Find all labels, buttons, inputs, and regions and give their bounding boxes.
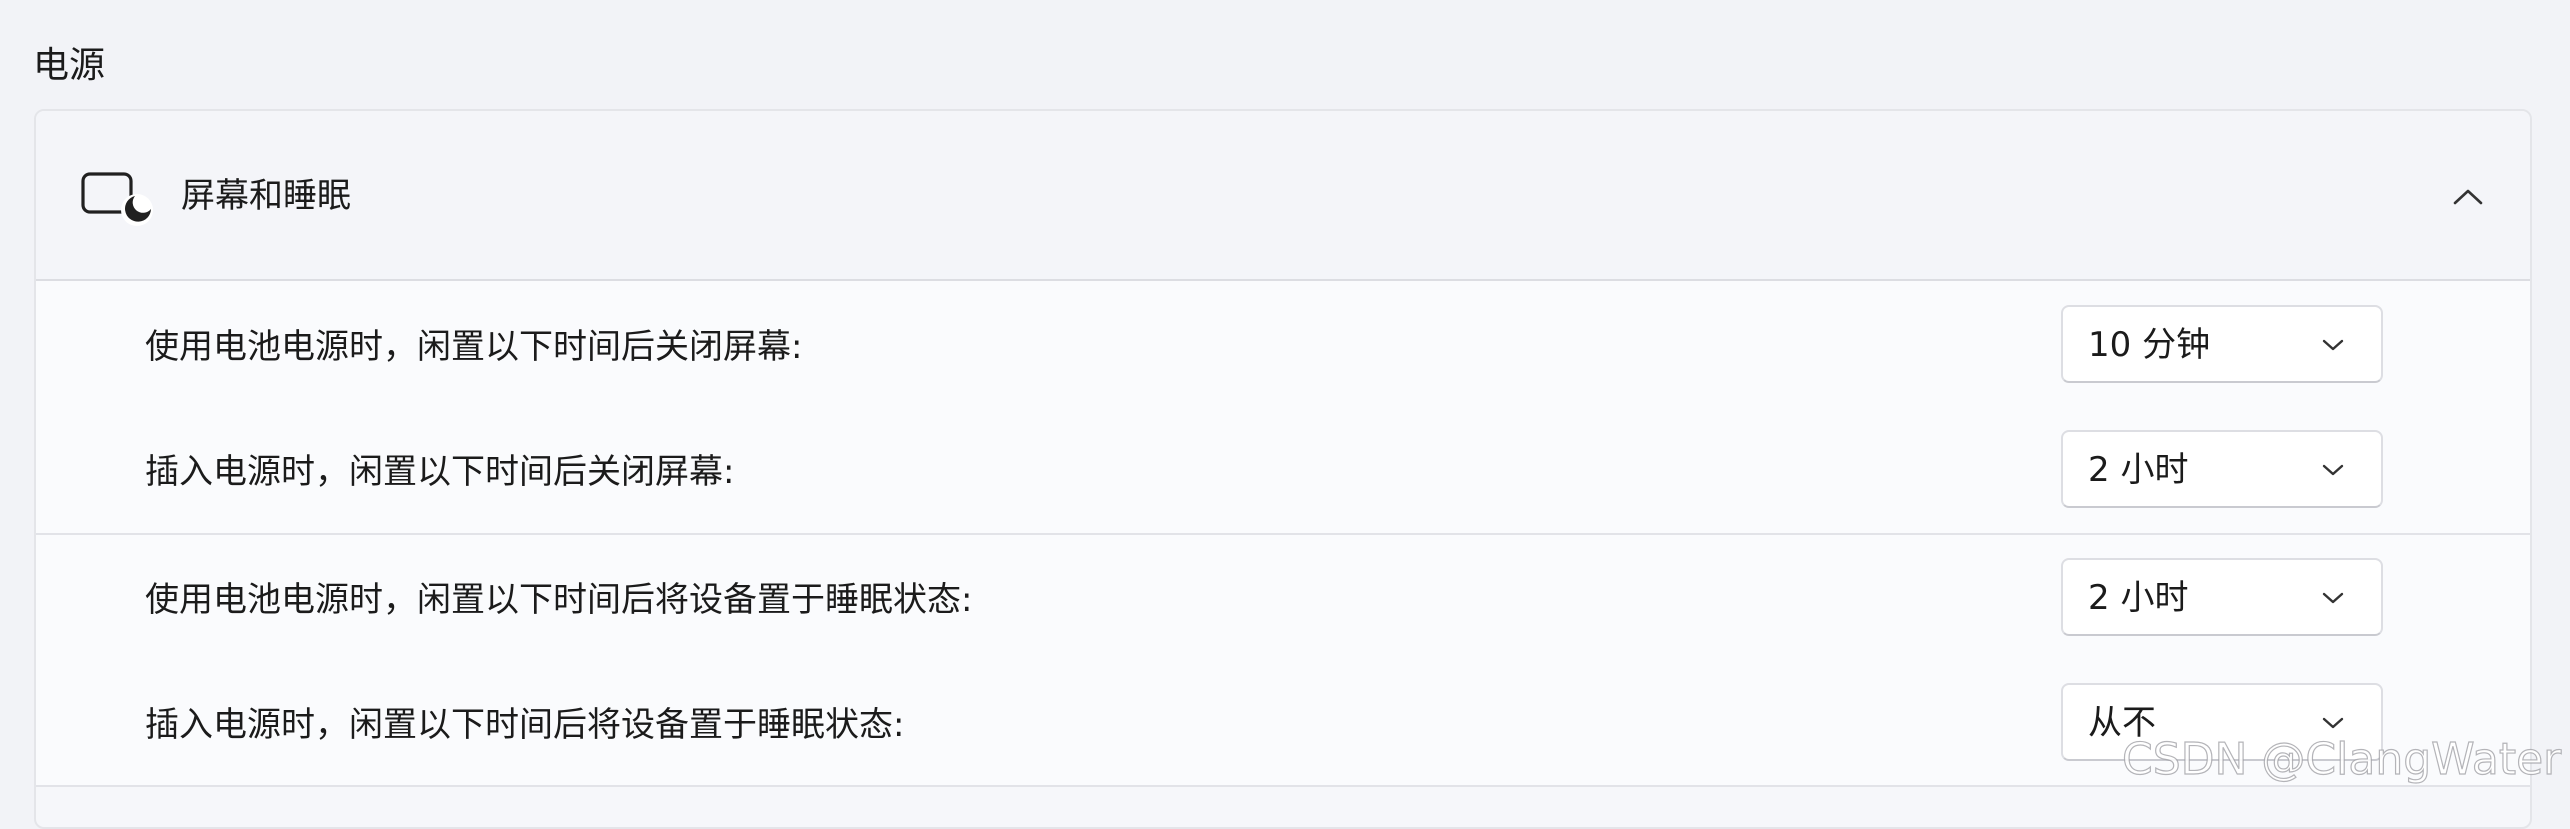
battery-screen-off-label: 使用电池电源时，闲置以下时间后关闭屏幕: xyxy=(145,327,803,367)
section-title: 电源 xyxy=(33,45,106,86)
screen-sleep-label: 屏幕和睡眠 xyxy=(181,176,351,216)
plugged-screen-off-label: 插入电源时，闲置以下时间后关闭屏幕: xyxy=(145,452,735,492)
chevron-down-icon xyxy=(2322,592,2344,604)
dropdown-value: 2 小时 xyxy=(2088,450,2189,490)
chevron-up-icon xyxy=(2453,189,2483,205)
battery-screen-off-dropdown[interactable]: 10 分钟 xyxy=(2061,305,2383,383)
screen-sleep-header[interactable]: 屏幕和睡眠 xyxy=(36,111,2530,281)
chevron-down-icon xyxy=(2322,464,2344,476)
dropdown-value: 2 小时 xyxy=(2088,578,2189,618)
watermark: CSDN @ClangWater xyxy=(2121,733,2562,785)
plugged-sleep-label: 插入电源时，闲置以下时间后将设备置于睡眠状态: xyxy=(145,705,905,745)
battery-sleep-label: 使用电池电源时，闲置以下时间后将设备置于睡眠状态: xyxy=(145,580,973,620)
chevron-down-icon xyxy=(2322,339,2344,351)
collapse-button[interactable] xyxy=(2444,173,2492,221)
battery-sleep-dropdown[interactable]: 2 小时 xyxy=(2061,558,2383,636)
chevron-down-icon xyxy=(2322,717,2344,729)
screen-sleep-icon xyxy=(81,172,153,226)
dropdown-value: 10 分钟 xyxy=(2088,325,2211,365)
plugged-screen-off-dropdown[interactable]: 2 小时 xyxy=(2061,430,2383,508)
